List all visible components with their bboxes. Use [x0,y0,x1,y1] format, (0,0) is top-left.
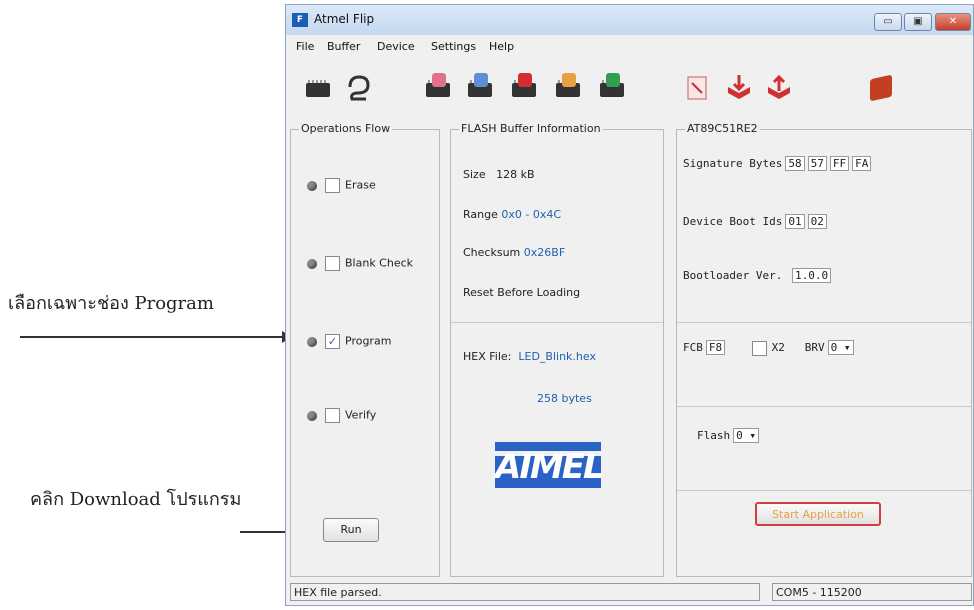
fcb-field[interactable]: F8 [705,340,726,355]
boot-id-1: 01 [785,214,805,229]
signature-byte-4: FA [852,156,872,171]
checksum-row: Checksum 0x26BF [463,246,566,259]
fcb-row: FCB F8 X2 BRV 0 ▾ [683,340,854,356]
arrow-to-program [20,331,292,343]
device-divider-3 [677,490,971,491]
size-row: Size 128 kB [463,168,535,181]
erase-icon[interactable] [508,73,538,101]
select-device-icon[interactable] [302,73,332,101]
menu-settings[interactable]: Settings [431,40,476,53]
flip-window: F Atmel Flip ▭ ▣ ✕ File Buffer Device Se… [285,4,974,606]
load-hex-icon[interactable] [422,73,452,101]
erase-checkbox[interactable] [325,178,340,193]
signature-byte-2: 57 [807,156,827,171]
device-divider-1 [677,322,971,323]
boot-id-2: 02 [807,214,827,229]
checksum-value: 0x26BF [523,246,566,259]
blank-check-checkbox[interactable] [325,256,340,271]
atmel-logo: AIMEL [495,442,605,488]
op-erase[interactable]: Erase [307,178,376,193]
range-value: 0x0 - 0x4C [501,208,562,221]
run-button[interactable]: Run [323,518,379,542]
verify-icon[interactable] [596,73,626,101]
program-status-led [307,336,317,347]
device-panel: AT89C51RE2 Signature Bytes 58 57 FF FA Devic… [676,122,972,577]
window-title: Atmel Flip [314,12,375,26]
close-button[interactable]: ✕ [935,13,971,31]
app-icon: F [292,13,308,27]
load-buffer-icon[interactable] [724,73,754,101]
erase-status-led [307,180,317,191]
menu-device[interactable]: Device [377,40,415,53]
hex-file-value: LED_Blink.hex [518,350,596,363]
x2-checkbox[interactable] [751,340,767,356]
verify-checkbox[interactable] [325,408,340,423]
signature-byte-3: FF [829,156,850,171]
brv-select[interactable]: 0 ▾ [827,340,854,355]
op-verify[interactable]: Verify [307,408,376,423]
signature-byte-1: 58 [785,156,805,171]
signature-row: Signature Bytes 58 57 FF FA [683,156,872,171]
op-program[interactable]: ✓ Program [307,334,391,349]
menu-file[interactable]: File [296,40,314,53]
flash-select[interactable]: 0 ▾ [733,428,759,443]
hex-file-row: HEX File: LED_Blink.hex [463,350,596,363]
verify-status-led [307,410,317,421]
edit-buffer-icon[interactable] [682,73,712,101]
start-application-button[interactable]: Start Application [755,502,881,526]
boot-ids-row: Device Boot Ids 01 02 [683,214,827,229]
hex-bytes-value: 258 bytes [537,392,592,405]
title-bar[interactable]: F Atmel Flip ▭ ▣ ✕ [286,5,973,35]
bootloader-row: Bootloader Ver. 1.0.0 [683,268,832,283]
operations-title: Operations Flow [299,122,393,135]
operations-flow-panel: Operations Flow Erase Blank Check ✓ Progr… [290,122,440,577]
blank-check-icon[interactable] [464,73,494,101]
annotation-select-program: เลือกเฉพาะช่อง Program [8,293,214,314]
flash-buffer-panel: FLASH Buffer Information Size 128 kB Ran… [450,122,664,577]
op-blank-check[interactable]: Blank Check [307,256,413,271]
device-divider-2 [677,406,971,407]
maximize-button[interactable]: ▣ [904,13,932,31]
buffer-divider [451,322,663,323]
program-icon[interactable] [552,73,582,101]
menu-bar: File Buffer Device Settings Help [286,37,973,55]
blank-check-status-led [307,258,317,269]
reset-before-loading: Reset Before Loading [463,286,581,299]
annotation-click-download: คลิก Download โปรแกรม [30,489,242,510]
communication-icon[interactable] [344,73,374,101]
menu-buffer[interactable]: Buffer [327,40,360,53]
bootloader-version: 1.0.0 [791,268,832,283]
buffer-title: FLASH Buffer Information [459,122,603,135]
size-value: 128 kB [496,168,535,181]
range-row: Range 0x0 - 0x4C [463,208,562,221]
status-message: HEX file parsed. [290,583,760,601]
toolbar [286,67,973,111]
status-port: COM5 - 115200 [772,583,972,601]
menu-help[interactable]: Help [489,40,514,53]
program-checkbox[interactable]: ✓ [325,334,340,349]
flash-row: Flash 0 ▾ [697,428,759,443]
minimize-button[interactable]: ▭ [874,13,902,31]
help-book-icon[interactable] [866,73,896,102]
save-buffer-icon[interactable] [764,73,794,101]
device-title: AT89C51RE2 [685,122,760,135]
